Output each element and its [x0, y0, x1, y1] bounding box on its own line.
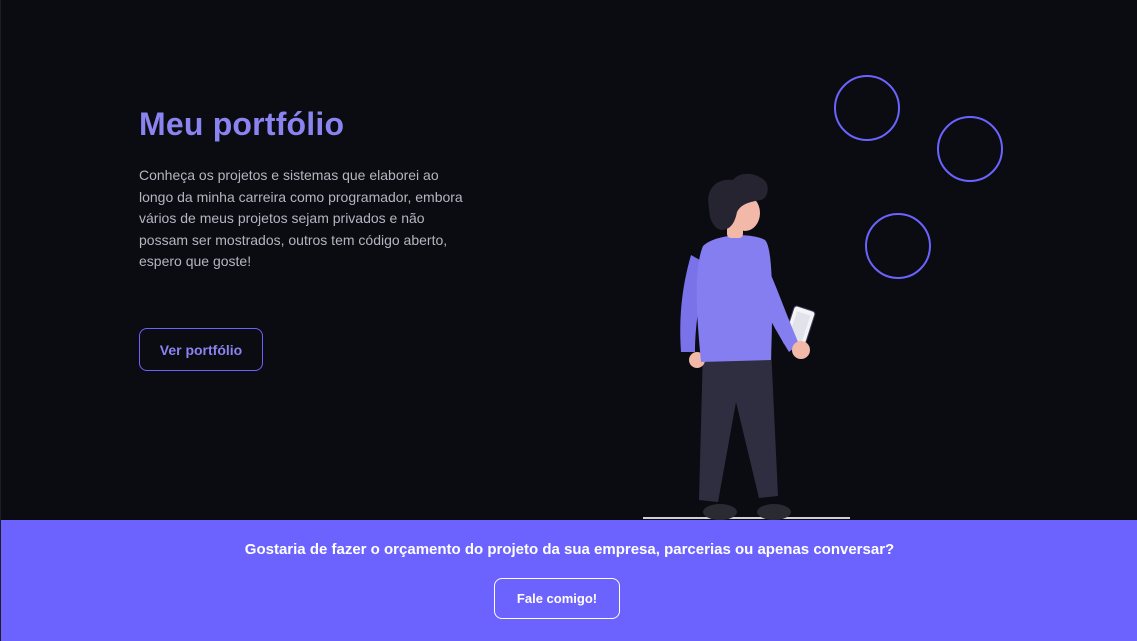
circle-outline-1 [834, 75, 900, 141]
view-portfolio-button[interactable]: Ver portfólio [139, 328, 263, 371]
hero-description: Conheça os projetos e sistemas que elabo… [139, 167, 463, 269]
page: Meu portfólio Conheça os projetos e sist… [0, 0, 1137, 641]
front-hand [792, 341, 810, 359]
circle-outline-2 [937, 116, 1003, 182]
pants [699, 348, 778, 502]
person-holding-phone-illustration [643, 75, 1003, 520]
contact-banner-text: Gostaria de fazer o orçamento do projeto… [244, 541, 895, 558]
ground-line [643, 517, 850, 519]
contact-banner: Gostaria de fazer o orçamento do projeto… [1, 520, 1137, 641]
hero-title: Meu portfólio [139, 106, 345, 142]
circle-outline-3 [865, 213, 931, 279]
shoe-left [703, 504, 737, 520]
hero-section: Meu portfólio Conheça os projetos e sist… [1, 0, 1137, 520]
contact-me-button[interactable]: Fale comigo! [494, 578, 620, 619]
shoe-right [757, 504, 791, 520]
